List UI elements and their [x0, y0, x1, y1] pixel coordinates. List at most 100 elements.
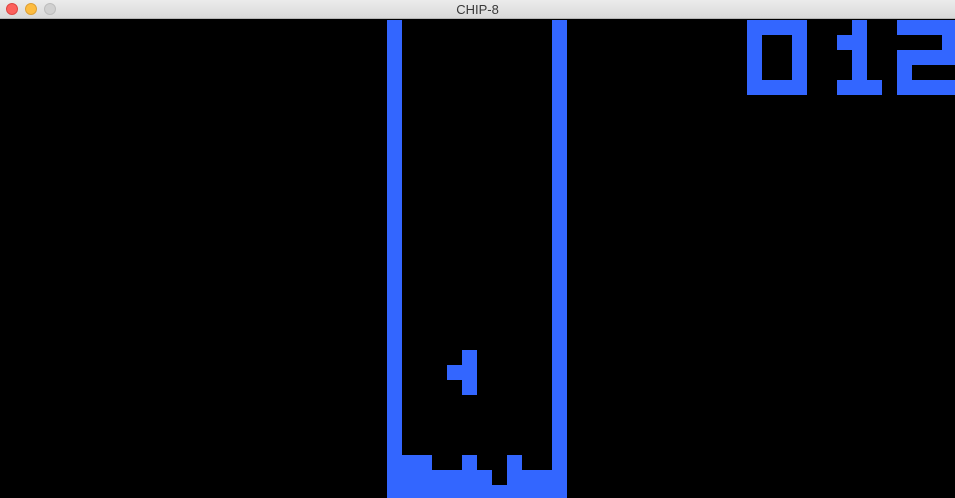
- well-wall-right: [552, 410, 567, 425]
- well-wall-left: [387, 320, 402, 335]
- well-wall-right: [552, 455, 567, 470]
- piece-block: [447, 365, 462, 380]
- well-wall-right: [552, 320, 567, 335]
- well-wall-right: [552, 140, 567, 155]
- piece-block: [462, 380, 477, 395]
- score-digit-pixel: [747, 50, 762, 65]
- well-wall-left: [387, 380, 402, 395]
- settled-block: [402, 455, 417, 470]
- well-wall-right: [552, 290, 567, 305]
- score-digit-pixel: [792, 65, 807, 80]
- well-wall-right: [552, 230, 567, 245]
- title-bar[interactable]: CHIP-8: [0, 0, 955, 19]
- well-wall-right: [552, 110, 567, 125]
- score-digit-pixel: [747, 65, 762, 80]
- well-wall-left: [387, 50, 402, 65]
- settled-block: [402, 485, 417, 498]
- well-wall-left: [387, 200, 402, 215]
- well-wall-right: [552, 245, 567, 260]
- well-wall-right: [552, 275, 567, 290]
- window-title: CHIP-8: [456, 2, 499, 17]
- well-wall-left: [387, 425, 402, 440]
- score-digit-pixel: [912, 80, 927, 95]
- well-wall-left: [387, 440, 402, 455]
- well-wall-right: [552, 260, 567, 275]
- well-wall-right: [552, 425, 567, 440]
- settled-block: [507, 485, 522, 498]
- well-wall-left: [387, 95, 402, 110]
- score-digit-pixel: [897, 50, 912, 65]
- well-wall-right: [552, 380, 567, 395]
- well-wall-left: [387, 65, 402, 80]
- score-digit-pixel: [942, 50, 955, 65]
- well-wall-right: [552, 65, 567, 80]
- piece-block: [462, 365, 477, 380]
- settled-block: [462, 470, 477, 485]
- well-wall-right: [552, 365, 567, 380]
- settled-block: [432, 485, 447, 498]
- score-digit-pixel: [867, 80, 882, 95]
- well-wall-left: [387, 125, 402, 140]
- settled-block: [507, 455, 522, 470]
- well-wall-left: [387, 140, 402, 155]
- well-wall-right: [552, 95, 567, 110]
- score-digit-pixel: [912, 20, 927, 35]
- settled-block: [537, 485, 552, 498]
- well-wall-left: [387, 20, 402, 35]
- settled-block: [492, 485, 507, 498]
- well-wall-right: [552, 35, 567, 50]
- well-wall-left: [387, 395, 402, 410]
- score-digit-pixel: [897, 65, 912, 80]
- score-digit-pixel: [927, 50, 942, 65]
- score-digit-pixel: [942, 20, 955, 35]
- score-digit-pixel: [852, 80, 867, 95]
- settled-block: [507, 470, 522, 485]
- score-digit-pixel: [837, 35, 852, 50]
- well-wall-left: [387, 290, 402, 305]
- well-wall-right: [552, 440, 567, 455]
- score-digit-pixel: [852, 65, 867, 80]
- settled-block: [477, 470, 492, 485]
- well-wall-left: [387, 335, 402, 350]
- well-wall-left: [387, 410, 402, 425]
- score-digit-pixel: [942, 35, 955, 50]
- score-digit-pixel: [927, 20, 942, 35]
- well-wall-right: [552, 305, 567, 320]
- settled-block: [417, 485, 432, 498]
- well-wall-left: [387, 215, 402, 230]
- score-digit-pixel: [852, 50, 867, 65]
- score-digit-pixel: [852, 35, 867, 50]
- score-digit-pixel: [777, 80, 792, 95]
- well-wall-right: [552, 125, 567, 140]
- well-wall-right: [552, 170, 567, 185]
- score-digit-pixel: [942, 80, 955, 95]
- score-digit-pixel: [762, 80, 777, 95]
- well-wall-right: [552, 80, 567, 95]
- well-wall-left: [387, 170, 402, 185]
- score-digit-pixel: [792, 35, 807, 50]
- settled-block: [402, 470, 417, 485]
- settled-block: [537, 470, 552, 485]
- settled-block: [432, 470, 447, 485]
- well-wall-right: [552, 200, 567, 215]
- well-wall-left: [387, 455, 402, 470]
- game-screen[interactable]: 012: [0, 20, 955, 498]
- settled-block: [477, 485, 492, 498]
- well-wall-left: [387, 80, 402, 95]
- settled-block: [522, 485, 537, 498]
- well-wall-right: [552, 335, 567, 350]
- well-wall-right: [552, 470, 567, 485]
- score-digit-pixel: [927, 80, 942, 95]
- score-digit-pixel: [762, 20, 777, 35]
- well-wall-left: [387, 260, 402, 275]
- well-wall-left: [387, 110, 402, 125]
- well-wall-left: [387, 35, 402, 50]
- score-digit-pixel: [777, 20, 792, 35]
- score-digit-pixel: [747, 80, 762, 95]
- settled-block: [462, 485, 477, 498]
- settled-block: [417, 470, 432, 485]
- well-wall-right: [552, 485, 567, 498]
- score-digit-pixel: [792, 50, 807, 65]
- piece-block: [462, 350, 477, 365]
- well-wall-left: [387, 230, 402, 245]
